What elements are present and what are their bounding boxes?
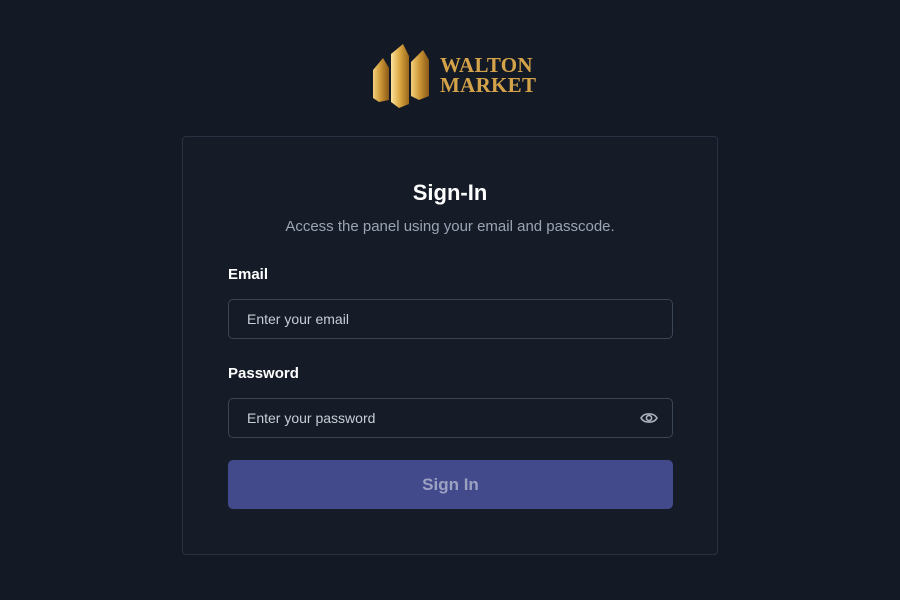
password-input[interactable] — [229, 399, 638, 437]
password-field-box — [228, 398, 673, 438]
brand-name: WALTON MARKET — [440, 53, 537, 97]
email-label: Email — [228, 266, 269, 283]
login-page: WALTON MARKET Sign-In Access the panel u… — [0, 0, 900, 600]
gold-bars-icon — [373, 44, 429, 108]
brand-logo: WALTON MARKET — [371, 42, 536, 108]
signin-title: Sign-In — [412, 180, 488, 205]
password-label: Password — [228, 365, 299, 382]
brand-line-2: MARKET — [440, 73, 537, 97]
brand-line-1: WALTON — [440, 53, 533, 77]
eye-icon[interactable] — [638, 407, 660, 429]
signin-subtitle: Access the panel using your email and pa… — [285, 218, 615, 235]
email-input[interactable] — [229, 300, 672, 338]
email-field-box — [228, 299, 673, 339]
sign-in-button[interactable]: Sign In — [228, 460, 673, 509]
